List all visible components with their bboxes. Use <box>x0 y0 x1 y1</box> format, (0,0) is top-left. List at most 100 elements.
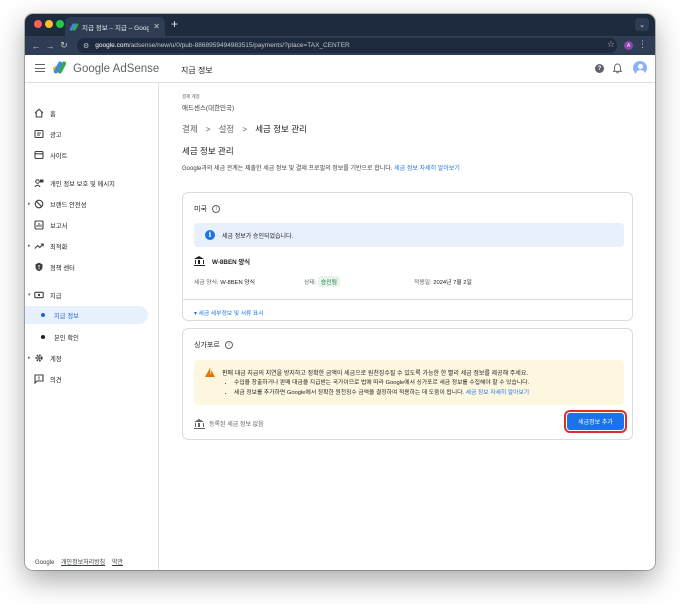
no-tax-info-text: 등록된 세금 정보 없음 <box>209 422 264 428</box>
sidebar-item-feedback[interactable]: 의견 <box>25 370 158 388</box>
payments-icon <box>34 291 44 299</box>
url-text: google.com/adsense/new/u/0/pub-886895949… <box>95 42 350 49</box>
browser-titlebar: 지급 정보 – 지급 – Google AdSense ✕ + ⌄ <box>25 14 655 36</box>
warning-exclamation: ! <box>209 369 212 376</box>
sidebar-item-policy-center[interactable]: 정책 센터 <box>25 258 158 276</box>
sidebar-item-label: 의견 <box>50 376 62 384</box>
breadcrumb: 결제 > 설정 > 세금 정보 관리 <box>182 123 307 135</box>
close-window-button[interactable] <box>34 20 42 28</box>
forward-arrow-icon[interactable]: → <box>43 41 57 51</box>
sidebar-item-label: 정책 센터 <box>50 264 75 272</box>
sidebar: 홈 광고 사이트 개인 정보 보호 및 메시지 ▸ 브랜드 안전성 보고서 ▸ … <box>25 83 159 570</box>
browser-profile-avatar[interactable]: A <box>624 41 633 50</box>
tab-search-chevron-icon[interactable]: ⌄ <box>635 18 649 31</box>
sidebar-item-label: 홈 <box>50 110 56 118</box>
notifications-bell-icon[interactable] <box>613 63 622 74</box>
section-title: 세금 정보 관리 <box>182 146 234 156</box>
menu-hamburger-icon[interactable] <box>35 64 45 75</box>
feedback-icon <box>34 374 44 384</box>
bullet-dot <box>41 335 45 339</box>
bank-icon <box>194 256 205 266</box>
sidebar-item-privacy-messaging[interactable]: 개인 정보 보호 및 메시지 <box>25 174 158 192</box>
help-icon[interactable]: ? <box>595 64 604 73</box>
expand-chevron-icon[interactable]: ▸ <box>28 243 31 249</box>
account-avatar[interactable] <box>633 61 647 75</box>
sidebar-item-payments[interactable]: ▾ 지급 <box>25 286 158 304</box>
warning-banner: ! 판매 대금 지급의 지연을 방지하고 정확한 금액이 세금으로 원천징수될 … <box>194 360 624 405</box>
gear-icon <box>35 354 43 362</box>
sidebar-item-payment-info[interactable]: 지급 정보 <box>25 306 148 324</box>
status-field: 상태: 승인됨 <box>304 276 340 287</box>
singapore-tax-card: 싱가포르 i ! 판매 대금 지급의 지연을 방지하고 정확한 금액이 세금으로 … <box>182 328 633 440</box>
card-title: 미국 i <box>194 204 221 214</box>
card-title: 싱가포르 i <box>194 340 234 350</box>
bookmark-star-icon[interactable]: ☆ <box>607 39 615 50</box>
breadcrumb-current: 세금 정보 관리 <box>255 124 307 134</box>
sidebar-footer: Google 개인정보처리방침 약관 <box>35 557 128 566</box>
browser-toolbar: ← → ↻ ⚙ google.com/adsense/new/u/0/pub-8… <box>25 36 655 55</box>
trending-up-icon <box>34 243 44 249</box>
breadcrumb-settings[interactable]: 설정 <box>219 124 235 134</box>
account-name: 애드센스(대한민국) <box>182 105 235 112</box>
address-bar[interactable]: ⚙ google.com/adsense/new/u/0/pub-8868959… <box>77 38 617 53</box>
ads-icon <box>34 129 44 139</box>
page-title: 지급 정보 <box>181 66 213 75</box>
shield-icon <box>35 262 43 272</box>
card-divider <box>183 299 632 300</box>
breadcrumb-payments[interactable]: 결제 <box>182 124 198 134</box>
sidebar-item-label: 계정 <box>50 355 62 363</box>
back-arrow-icon[interactable]: ← <box>29 41 43 51</box>
footer-google: Google <box>35 560 55 566</box>
sidebar-item-label: 최적화 <box>50 243 68 251</box>
sidebar-item-brand-safety[interactable]: ▸ 브랜드 안전성 <box>25 195 158 213</box>
breadcrumb-separator: > <box>205 124 211 134</box>
bullet-dot <box>41 313 45 317</box>
tab-close-icon[interactable]: ✕ <box>153 22 160 31</box>
sidebar-item-label: 브랜드 안전성 <box>50 201 87 209</box>
sidebar-item-label: 개인 정보 보호 및 메시지 <box>50 180 115 188</box>
collapse-chevron-icon[interactable]: ▾ <box>28 292 31 298</box>
browser-menu-icon[interactable]: ⋮ <box>638 39 647 50</box>
person-message-icon <box>34 179 44 188</box>
expand-chevron-icon[interactable]: ▸ <box>28 201 31 207</box>
privacy-policy-link[interactable]: 개인정보처리방침 <box>61 560 105 566</box>
expand-chevron-icon[interactable]: ▸ <box>28 355 31 361</box>
sidebar-item-optimization[interactable]: ▸ 최적화 <box>25 237 158 255</box>
approved-message: 세금 정보가 승인되었습니다. <box>222 234 294 240</box>
approved-banner: i 세금 정보가 승인되었습니다. <box>194 223 624 247</box>
learn-more-link[interactable]: 세금 정보 자세히 알아보기 <box>394 166 460 172</box>
info-filled-icon: i <box>205 230 215 240</box>
sidebar-item-sites[interactable]: 사이트 <box>25 146 158 164</box>
adsense-logo-icon <box>53 60 69 75</box>
tax-learn-more-link[interactable]: 세금 정보 자세히 알아보기 <box>466 390 530 396</box>
adsense-favicon-icon <box>69 22 79 31</box>
maximize-window-button[interactable] <box>56 20 64 28</box>
browser-tab[interactable]: 지급 정보 – 지급 – Google AdSense ✕ <box>65 17 165 36</box>
info-icon[interactable]: i <box>211 204 221 214</box>
sites-icon <box>34 150 44 160</box>
app-header: Google AdSense 지급 정보 ? <box>25 55 655 83</box>
minimize-window-button[interactable] <box>45 20 53 28</box>
sidebar-item-label: 지급 정보 <box>54 312 79 320</box>
info-icon[interactable]: i <box>224 340 234 350</box>
sidebar-item-account[interactable]: ▸ 계정 <box>25 349 158 367</box>
breadcrumb-separator: > <box>242 124 248 134</box>
show-tax-details-link[interactable]: ▾ 세금 세부정보 및 서류 표시 <box>194 308 264 317</box>
sidebar-item-identity-verification[interactable]: 본인 확인 <box>25 328 158 346</box>
warning-message: 판매 대금 지급의 지연을 방지하고 정확한 금액이 세금으로 원천징수될 수 … <box>222 371 529 377</box>
tab-title: 지급 정보 – 지급 – Google AdSense <box>82 24 150 32</box>
sidebar-item-label: 지급 <box>50 292 62 300</box>
us-tax-card: 미국 i i 세금 정보가 승인되었습니다. W-8BEN 양식 세금 양식: W… <box>182 192 633 321</box>
status-badge: 승인됨 <box>317 276 340 287</box>
sidebar-item-home[interactable]: 홈 <box>25 104 158 122</box>
reload-icon[interactable]: ↻ <box>57 40 71 51</box>
new-tab-button[interactable]: + <box>171 18 178 30</box>
section-description: Google과의 세금 관계는 제출한 세금 정보 및 결제 프로필의 정보를 … <box>182 166 460 172</box>
site-info-icon[interactable]: ⚙ <box>83 42 89 50</box>
warning-bullet: 수입을 창출하거나 판매 대금을 지급받는 국가이므로 법에 따라 Google… <box>234 378 529 388</box>
sidebar-item-reports[interactable]: 보고서 <box>25 216 158 234</box>
add-tax-info-button[interactable]: 세금정보 추가 <box>564 410 627 433</box>
terms-link[interactable]: 약관 <box>112 560 123 566</box>
sidebar-item-ads[interactable]: 광고 <box>25 125 158 143</box>
sidebar-item-label: 보고서 <box>50 222 68 230</box>
